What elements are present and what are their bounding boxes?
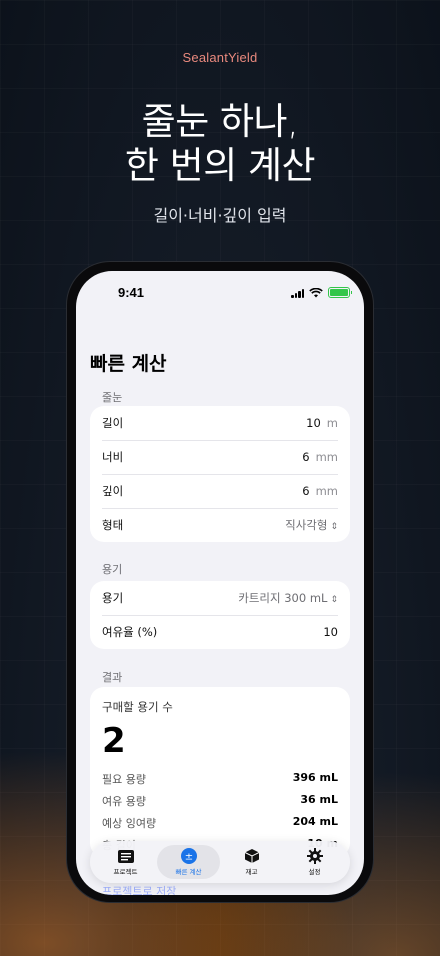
- section-label-result: 결과: [102, 671, 123, 684]
- depth-unit: mm: [315, 484, 338, 498]
- section-label-joint: 줄눈: [102, 391, 123, 404]
- depth-row[interactable]: 깊이 6 mm: [90, 474, 350, 508]
- tab-label: 빠른 계산: [175, 868, 202, 876]
- wifi-icon: [309, 287, 323, 297]
- length-unit: m: [326, 416, 338, 430]
- width-row[interactable]: 너비 6 mm: [90, 440, 350, 474]
- result-title: 구매할 용기 수: [102, 700, 173, 714]
- brand-name: SealantYield: [182, 50, 258, 65]
- width-label: 너비: [102, 450, 124, 464]
- tab-bar: 프로젝트 ± 빠른 계산 재고 설정: [90, 841, 350, 883]
- status-bar: 9:41: [76, 285, 364, 305]
- result-row: 필요 용량 396 mL: [102, 771, 338, 787]
- margin-row[interactable]: 여유율 (%) 10: [90, 615, 350, 649]
- chevron-up-down-icon: ⇕: [330, 522, 338, 532]
- subline: 길이·너비·깊이 입력: [153, 206, 287, 225]
- signal-icon: [291, 288, 304, 298]
- width-value[interactable]: 6: [302, 450, 309, 464]
- shape-picker-value: 직사각형: [285, 518, 328, 532]
- shape-label: 형태: [102, 518, 124, 532]
- result-row-label: 예상 잉여량: [102, 817, 157, 830]
- shape-row[interactable]: 형태 직사각형 ⇕: [90, 508, 350, 542]
- container-picker[interactable]: 카트리지 300 mL ⇕: [238, 590, 338, 606]
- tab-label: 재고: [245, 868, 258, 876]
- result-row-value: 36 mL: [300, 793, 338, 806]
- phone-frame: 9:41 빠른 계산 줄눈 길이 10 m 너비 6 mm 깊이 6 mm 형태…: [66, 261, 374, 903]
- result-row-label: 여유 용량: [102, 795, 146, 808]
- margin-label: 여유율 (%): [102, 625, 158, 639]
- container-label: 용기: [102, 591, 124, 605]
- phone-screen: 9:41 빠른 계산 줄눈 길이 10 m 너비 6 mm 깊이 6 mm 형태…: [76, 271, 364, 895]
- box-icon: [243, 848, 261, 864]
- battery-icon: [328, 287, 352, 298]
- result-card: 구매할 용기 수 2 필요 용량 396 mL 여유 용량 36 mL 예상 잉…: [90, 687, 350, 857]
- container-row[interactable]: 용기 카트리지 300 mL ⇕: [90, 581, 350, 615]
- margin-value[interactable]: 10: [323, 625, 338, 639]
- depth-value[interactable]: 6: [302, 484, 309, 498]
- container-count: 2: [102, 721, 126, 761]
- result-row-value: 204 mL: [292, 815, 338, 828]
- tab-projects[interactable]: 프로젝트: [94, 845, 157, 879]
- headline-line-1: 줄눈 하나,: [141, 100, 299, 143]
- container-card: 용기 카트리지 300 mL ⇕ 여유율 (%) 10: [90, 581, 350, 649]
- status-time: 9:41: [118, 285, 145, 300]
- tab-label: 프로젝트: [113, 868, 138, 876]
- joint-card: 길이 10 m 너비 6 mm 깊이 6 mm 형태 직사각형 ⇕: [90, 406, 350, 542]
- result-row-value: 396 mL: [292, 771, 338, 784]
- plus-minus-icon: ±: [180, 848, 198, 864]
- headline: 줄눈 하나, 한 번의 계산: [0, 100, 440, 188]
- svg-text:±: ±: [184, 852, 192, 863]
- section-label-container: 용기: [102, 563, 123, 576]
- status-icons: [291, 287, 352, 298]
- chevron-up-down-icon: ⇕: [330, 595, 338, 605]
- length-row[interactable]: 길이 10 m: [90, 406, 350, 440]
- tab-label: 설정: [308, 868, 321, 876]
- length-value[interactable]: 10: [306, 416, 321, 430]
- result-row-label: 필요 용량: [102, 773, 146, 786]
- save-to-project-button[interactable]: 프로젝트로 저장: [102, 883, 176, 895]
- result-row: 예상 잉여량 204 mL: [102, 815, 338, 831]
- gear-icon: [306, 848, 324, 864]
- list-icon: [117, 848, 135, 864]
- tab-inventory[interactable]: 재고: [220, 845, 283, 879]
- length-label: 길이: [102, 416, 124, 430]
- headline-line-2: 한 번의 계산: [124, 144, 316, 187]
- width-unit: mm: [315, 450, 338, 464]
- shape-picker[interactable]: 직사각형 ⇕: [285, 517, 338, 533]
- page-title: 빠른 계산: [90, 353, 167, 375]
- tab-settings[interactable]: 설정: [283, 845, 346, 879]
- tab-quick-calc[interactable]: ± 빠른 계산: [157, 845, 220, 879]
- depth-label: 깊이: [102, 484, 124, 498]
- result-row: 여유 용량 36 mL: [102, 793, 338, 809]
- container-picker-value: 카트리지 300 mL: [238, 591, 328, 605]
